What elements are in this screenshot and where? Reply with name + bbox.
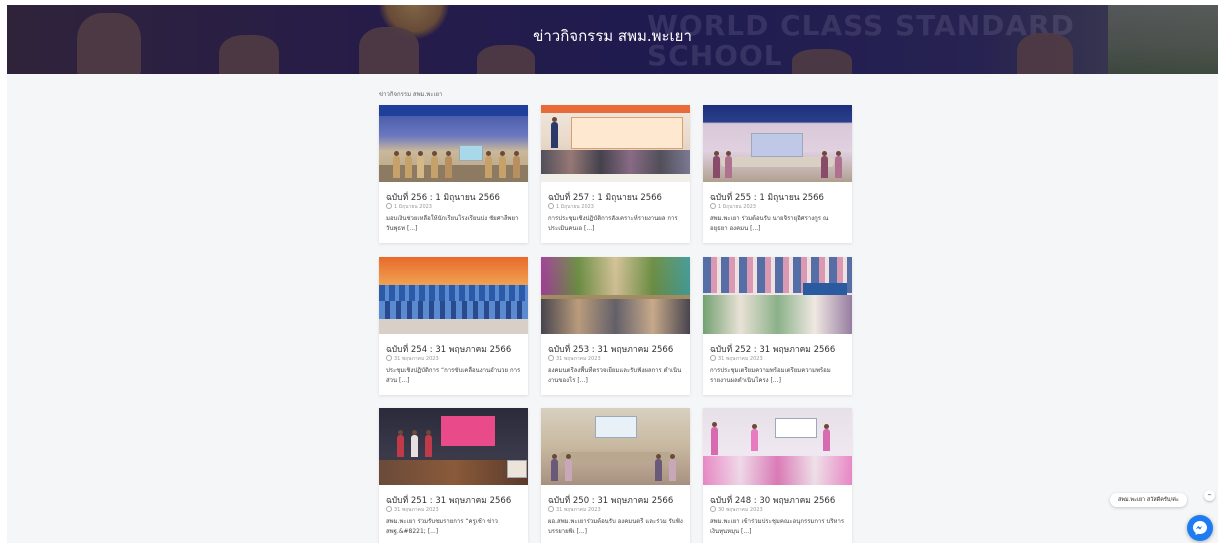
- post-excerpt: มอบเงินช่วยเหลือให้นักเรียนโรงเรียนปง ชั…: [386, 215, 519, 232]
- post-thumbnail[interactable]: [379, 257, 528, 334]
- clock-icon: [548, 506, 554, 512]
- post-excerpt: สพม.พะเยา เข้าร่วมประชุมคณะอนุกรรมการ บร…: [710, 518, 845, 535]
- post-thumbnail[interactable]: [703, 408, 852, 485]
- post-title[interactable]: ฉบับที่ 248 : 30 พฤษภาคม 2566: [710, 493, 850, 507]
- post-date: 1 มิถุนายน 2023: [386, 203, 432, 211]
- post-title[interactable]: ฉบับที่ 252 : 31 พฤษภาคม 2566: [710, 342, 850, 356]
- chat-greeting-bubble[interactable]: สพม.พะเยา สวัสดีครับ/ค่ะ: [1110, 493, 1187, 507]
- post-excerpt: ผอ.สพม.พะเยาร่วมต้อนรับ องคมนตรี และร่วม…: [548, 518, 683, 535]
- post-date: 30 พฤษภาคม 2023: [710, 506, 763, 514]
- clock-icon: [386, 203, 392, 209]
- page-title: ข่าวกิจกรรม สพม.พะเยา: [533, 27, 692, 45]
- clock-icon: [386, 355, 392, 361]
- post-card[interactable]: ฉบับที่ 252 : 31 พฤษภาคม 2566 31 พฤษภาคม…: [703, 257, 852, 395]
- post-thumbnail[interactable]: [379, 408, 528, 485]
- post-card[interactable]: ฉบับที่ 255 : 1 มิถุนายน 2566 1 มิถุนายน…: [703, 105, 852, 243]
- clock-icon: [548, 355, 554, 361]
- post-title[interactable]: ฉบับที่ 250 : 31 พฤษภาคม 2566: [548, 493, 688, 507]
- post-card[interactable]: ฉบับที่ 257 : 1 มิถุนายน 2566 1 มิถุนายน…: [541, 105, 690, 243]
- post-title[interactable]: ฉบับที่ 251 : 31 พฤษภาคม 2566: [386, 493, 526, 507]
- post-thumbnail[interactable]: [541, 105, 690, 182]
- post-excerpt: องคมนตรีลงพื้นที่ตรวจเยี่ยมและรับฟังผลกา…: [548, 367, 682, 384]
- post-card[interactable]: ฉบับที่ 253 : 31 พฤษภาคม 2566 31 พฤษภาคม…: [541, 257, 690, 395]
- post-title[interactable]: ฉบับที่ 254 : 31 พฤษภาคม 2566: [386, 342, 526, 356]
- post-thumbnail[interactable]: [703, 105, 852, 182]
- post-title[interactable]: ฉบับที่ 255 : 1 มิถุนายน 2566: [710, 190, 850, 204]
- chat-close-button[interactable]: –: [1204, 490, 1215, 501]
- post-card[interactable]: ฉบับที่ 254 : 31 พฤษภาคม 2566 31 พฤษภาคม…: [379, 257, 528, 395]
- post-excerpt: สพม.พะเยา ร่วมรับชมรายการ “ครูเช้า ข่าว …: [386, 518, 498, 535]
- post-card[interactable]: ฉบับที่ 251 : 31 พฤษภาคม 2566 31 พฤษภาคม…: [379, 408, 528, 543]
- post-card[interactable]: ฉบับที่ 250 : 31 พฤษภาคม 2566 31 พฤษภาคม…: [541, 408, 690, 543]
- post-thumbnail[interactable]: [379, 105, 528, 182]
- post-excerpt: ประชุมเชิงปฏิบัติการ “การขับเคลื่อนงานอำ…: [386, 367, 521, 384]
- clock-icon: [548, 203, 554, 209]
- post-date: 1 มิถุนายน 2023: [548, 203, 594, 211]
- post-excerpt: การประชุมเชิงปฏิบัติการสังเคราะห์รายงานผ…: [548, 215, 678, 232]
- messenger-button[interactable]: [1187, 515, 1213, 541]
- post-card[interactable]: ฉบับที่ 256 : 1 มิถุนายน 2566 1 มิถุนายน…: [379, 105, 528, 243]
- post-date: 31 พฤษภาคม 2023: [548, 355, 601, 363]
- post-excerpt: สพม.พะเยา ร่วมต้อนรับ นายจิรายุอิศรางกูร…: [710, 215, 829, 232]
- hero-banner: WORLD CLASS STANDARD SCHOOL ข่าวกิจกรรม …: [7, 5, 1218, 74]
- messenger-icon: [1193, 521, 1207, 535]
- post-title[interactable]: ฉบับที่ 256 : 1 มิถุนายน 2566: [386, 190, 526, 204]
- post-date: 31 พฤษภาคม 2023: [386, 355, 439, 363]
- post-date: 1 มิถุนายน 2023: [710, 203, 756, 211]
- post-title[interactable]: ฉบับที่ 257 : 1 มิถุนายน 2566: [548, 190, 688, 204]
- clock-icon: [710, 203, 716, 209]
- post-date: 31 พฤษภาคม 2023: [386, 506, 439, 514]
- clock-icon: [710, 506, 716, 512]
- clock-icon: [386, 506, 392, 512]
- post-thumbnail[interactable]: [541, 408, 690, 485]
- clock-icon: [710, 355, 716, 361]
- breadcrumb[interactable]: ข่าวกิจกรรม สพม.พะเยา: [379, 89, 443, 99]
- page-frame: WORLD CLASS STANDARD SCHOOL ข่าวกิจกรรม …: [7, 5, 1218, 543]
- post-excerpt: การประชุมเตรียมความพร้อมเตรียมความพร้อม …: [710, 367, 831, 384]
- post-date: 31 พฤษภาคม 2023: [710, 355, 763, 363]
- post-thumbnail[interactable]: [703, 257, 852, 334]
- post-card[interactable]: ฉบับที่ 248 : 30 พฤษภาคม 2566 30 พฤษภาคม…: [703, 408, 852, 543]
- post-title[interactable]: ฉบับที่ 253 : 31 พฤษภาคม 2566: [548, 342, 688, 356]
- post-date: 31 พฤษภาคม 2023: [548, 506, 601, 514]
- post-thumbnail[interactable]: [541, 257, 690, 334]
